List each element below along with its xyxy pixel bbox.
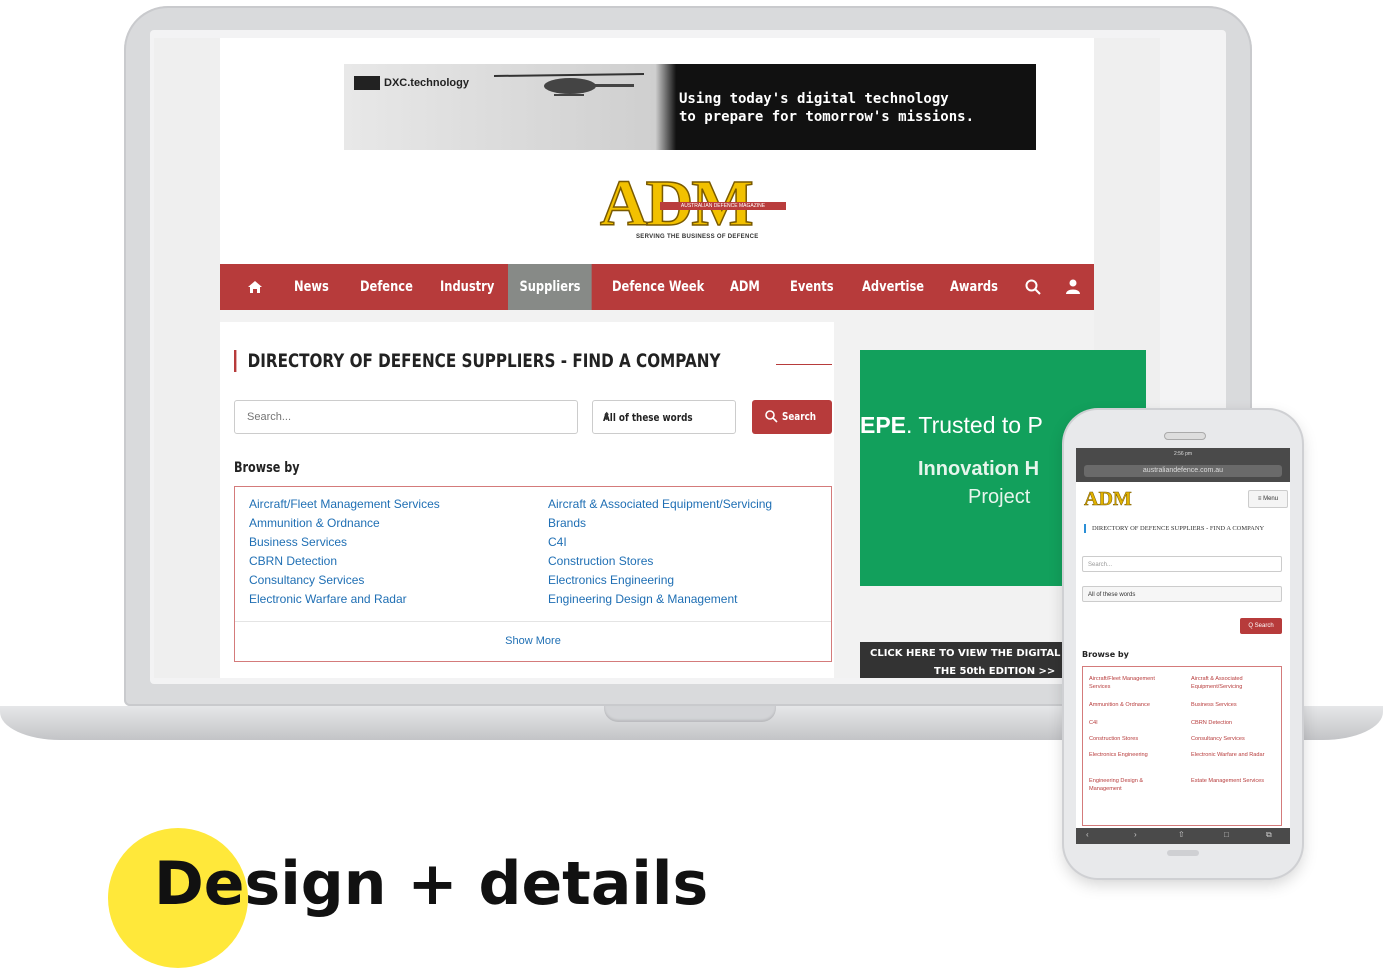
phone-category-link[interactable]: Aircraft & Associated Equipment/Servicin… bbox=[1191, 675, 1279, 691]
phone-address-bar: australiandefence.com.au bbox=[1076, 460, 1290, 482]
page-title: DIRECTORY OF DEFENCE SUPPLIERS - FIND A … bbox=[234, 350, 721, 372]
phone-match-select[interactable]: All of these words bbox=[1082, 586, 1282, 602]
nav-item-suppliers[interactable]: Suppliers bbox=[508, 264, 592, 310]
browse-categories: Aircraft/Fleet Management Services Ammun… bbox=[234, 486, 832, 662]
website-page: DXC.technology Using today's digital tec… bbox=[220, 38, 1146, 678]
tabs-icon[interactable]: ⧉ bbox=[1266, 830, 1272, 840]
category-link[interactable]: Construction Stores bbox=[548, 554, 653, 568]
bookmarks-icon[interactable]: □ bbox=[1224, 830, 1229, 839]
phone-category-link[interactable]: Ammunition & Ordnance bbox=[1089, 701, 1177, 709]
share-icon[interactable]: ⇧ bbox=[1178, 830, 1185, 839]
side-ad-line3: Project bbox=[968, 486, 1031, 508]
phone-category-link[interactable]: Construction Stores bbox=[1089, 735, 1177, 743]
laptop-screen: DXC.technology Using today's digital tec… bbox=[154, 38, 1160, 678]
side-ad-line2: Innovation H bbox=[918, 458, 1040, 480]
phone-category-link[interactable]: Electronics Engineering bbox=[1089, 751, 1177, 759]
category-link[interactable]: Ammunition & Ordnance bbox=[249, 516, 380, 530]
phone-browser-toolbar: ‹ › ⇧ □ ⧉ bbox=[1076, 828, 1290, 844]
divider bbox=[235, 621, 831, 622]
laptop-notch bbox=[604, 706, 776, 722]
phone-browse-categories: Aircraft/Fleet Management Services Aircr… bbox=[1082, 666, 1282, 826]
adm-logo[interactable]: ADM AUSTRALIAN DEFENCE MAGAZINE SERVING … bbox=[599, 166, 790, 242]
nav-item-defence-week[interactable]: Defence Week bbox=[612, 264, 704, 310]
category-link[interactable]: Aircraft/Fleet Management Services bbox=[249, 497, 440, 511]
nav-item-awards[interactable]: Awards bbox=[950, 264, 998, 310]
search-button-label: Search bbox=[782, 410, 817, 423]
phone-category-link[interactable]: Engineering Design & Management bbox=[1089, 777, 1177, 793]
phone-search-button[interactable]: Q Search bbox=[1240, 618, 1282, 634]
phone-logo[interactable]: ADM bbox=[1084, 488, 1132, 511]
home-icon[interactable] bbox=[246, 278, 264, 296]
phone-speaker bbox=[1164, 432, 1206, 440]
nav-item-news[interactable]: News bbox=[294, 264, 329, 310]
phone-menu-button[interactable]: ≡ Menu bbox=[1248, 490, 1288, 508]
phone-search-input[interactable]: Search... bbox=[1082, 556, 1282, 572]
ad-banner[interactable]: DXC.technology Using today's digital tec… bbox=[344, 64, 1036, 150]
select-caret-icon: ⬍ bbox=[603, 410, 611, 423]
nav-item-events[interactable]: Events bbox=[790, 264, 834, 310]
logo-tagline: SERVING THE BUSINESS OF DEFENCE bbox=[636, 234, 759, 240]
phone-page-title: DIRECTORY OF DEFENCE SUPPLIERS - FIND A … bbox=[1084, 524, 1288, 533]
match-select[interactable]: All of these words ⬍ bbox=[592, 400, 736, 434]
phone-screen: 2:56 pm australiandefence.com.au ADM ≡ M… bbox=[1076, 448, 1290, 844]
nav-item-industry[interactable]: Industry bbox=[440, 264, 494, 310]
category-link[interactable]: Electronics Engineering bbox=[548, 573, 674, 587]
digital-edition-line1: CLICK HERE TO VIEW THE DIGITAL bbox=[870, 648, 1061, 659]
phone-category-link[interactable]: Estate Management Services bbox=[1191, 777, 1279, 785]
show-more-link[interactable]: Show More bbox=[235, 635, 831, 647]
search-icon[interactable] bbox=[1024, 278, 1042, 296]
category-link[interactable]: CBRN Detection bbox=[249, 554, 337, 568]
category-link[interactable]: Consultancy Services bbox=[249, 573, 364, 587]
helicopter-image bbox=[494, 73, 644, 96]
category-link[interactable]: C4I bbox=[548, 535, 567, 549]
category-link[interactable]: Electronic Warfare and Radar bbox=[249, 592, 407, 606]
phone-url[interactable]: australiandefence.com.au bbox=[1084, 465, 1282, 477]
directory-main: DIRECTORY OF DEFENCE SUPPLIERS - FIND A … bbox=[220, 322, 834, 678]
ad-text: Using today's digital technology to prep… bbox=[679, 90, 1009, 126]
search-button[interactable]: Search bbox=[752, 400, 832, 434]
forward-icon[interactable]: › bbox=[1134, 830, 1137, 839]
phone-status-bar: 2:56 pm bbox=[1076, 448, 1290, 460]
main-nav: News Defence Industry Suppliers Defence … bbox=[220, 264, 1094, 310]
bottom-title: Design + details bbox=[154, 849, 709, 919]
user-icon[interactable] bbox=[1064, 278, 1082, 296]
heading-rule bbox=[776, 364, 832, 365]
dxc-logo-icon bbox=[354, 76, 380, 90]
phone-category-link[interactable]: Electronic Warfare and Radar bbox=[1191, 751, 1279, 759]
nav-item-defence[interactable]: Defence bbox=[360, 264, 413, 310]
phone-category-link[interactable]: Consultancy Services bbox=[1191, 735, 1279, 743]
category-link[interactable]: Engineering Design & Management bbox=[548, 592, 737, 606]
back-icon[interactable]: ‹ bbox=[1086, 830, 1089, 839]
ad-text-line2: to prepare for tomorrow's missions. bbox=[679, 109, 975, 125]
search-icon bbox=[765, 410, 778, 423]
phone-category-link[interactable]: C4I bbox=[1089, 719, 1177, 727]
phone-device: 2:56 pm australiandefence.com.au ADM ≡ M… bbox=[1064, 410, 1302, 878]
category-link[interactable]: Brands bbox=[548, 516, 586, 530]
category-link[interactable]: Aircraft & Associated Equipment/Servicin… bbox=[548, 497, 772, 511]
phone-home-indicator bbox=[1167, 850, 1199, 856]
ad-brand: DXC.technology bbox=[354, 76, 469, 90]
phone-browse-title: Browse by bbox=[1082, 650, 1129, 659]
nav-item-advertise[interactable]: Advertise bbox=[862, 264, 924, 310]
ad-text-line1: Using today's digital technology bbox=[679, 91, 949, 107]
category-link[interactable]: Business Services bbox=[249, 535, 347, 549]
search-input[interactable] bbox=[234, 400, 578, 434]
nav-item-adm[interactable]: ADM bbox=[730, 264, 760, 310]
logo-subtitle-bar: AUSTRALIAN DEFENCE MAGAZINE bbox=[660, 202, 786, 210]
phone-category-link[interactable]: Aircraft/Fleet Management Services bbox=[1089, 675, 1177, 691]
browse-title: Browse by bbox=[234, 460, 300, 476]
phone-category-link[interactable]: CBRN Detection bbox=[1191, 719, 1279, 727]
phone-category-link[interactable]: Business Services bbox=[1191, 701, 1279, 709]
digital-edition-line2: THE 50th EDITION >> bbox=[934, 666, 1056, 677]
